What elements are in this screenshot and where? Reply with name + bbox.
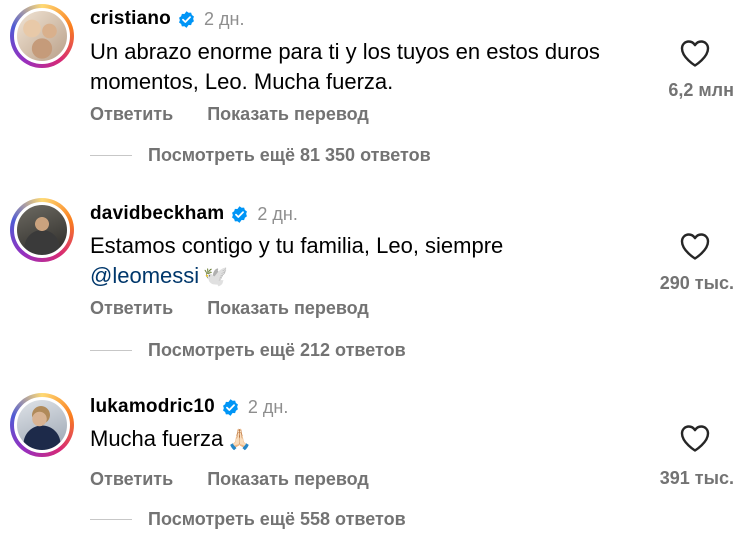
view-replies-label: Посмотреть ещё 558 ответов: [148, 509, 406, 529]
verified-badge-icon: [179, 10, 194, 28]
view-replies-label: Посмотреть ещё 81 350 ответов: [148, 145, 431, 165]
mention-link[interactable]: @leomessi: [90, 263, 199, 288]
heart-outline-icon[interactable]: [679, 231, 711, 261]
avatar-story-ring[interactable]: [10, 393, 74, 457]
view-replies-button[interactable]: Посмотреть ещё 81 350 ответов: [90, 145, 431, 166]
comment-time: 2 дн.: [247, 396, 289, 417]
like-count: 391 тыс.: [659, 468, 734, 488]
comment-time: 2 дн.: [204, 8, 245, 29]
username[interactable]: lukamodric10: [90, 396, 215, 418]
praying-hands-emoji: 🙏🏻: [227, 429, 253, 451]
like-count: 290 тыс.: [659, 273, 734, 293]
view-replies-label: Посмотреть ещё 212 ответов: [148, 340, 406, 360]
avatar[interactable]: [14, 397, 70, 453]
avatar-story-ring[interactable]: [10, 4, 74, 68]
replies-divider: [90, 155, 132, 156]
view-replies-button[interactable]: Посмотреть ещё 212 ответов: [90, 340, 406, 361]
heart-outline-icon[interactable]: [679, 38, 711, 68]
comment-time: 2 дн.: [257, 203, 298, 224]
comment-text: Mucha fuerza 🙏🏻: [90, 426, 253, 451]
like-count: 6,2 млн: [668, 80, 734, 100]
verified-badge-icon: [222, 398, 238, 416]
comment-text: Un abrazo enorme para ti y los tuyos en …: [90, 39, 600, 94]
dove-emoji: 🕊️: [203, 266, 229, 288]
reply-button[interactable]: Ответить: [90, 104, 173, 125]
comment-text: Estamos contigo y tu familia, Leo, siemp…: [90, 233, 504, 288]
username[interactable]: cristiano: [90, 8, 171, 30]
replies-divider: [90, 519, 132, 520]
show-translation-button[interactable]: Показать перевод: [207, 469, 369, 490]
view-replies-button[interactable]: Посмотреть ещё 558 ответов: [90, 509, 406, 530]
avatar-story-ring[interactable]: [10, 198, 74, 262]
verified-badge-icon: [232, 205, 248, 223]
heart-outline-icon[interactable]: [679, 423, 711, 453]
show-translation-button[interactable]: Показать перевод: [207, 298, 369, 319]
avatar[interactable]: [14, 202, 70, 258]
reply-button[interactable]: Ответить: [90, 469, 173, 490]
username[interactable]: davidbeckham: [90, 203, 224, 225]
replies-divider: [90, 350, 132, 351]
show-translation-button[interactable]: Показать перевод: [207, 104, 369, 125]
reply-button[interactable]: Ответить: [90, 298, 173, 319]
avatar[interactable]: [14, 8, 70, 64]
